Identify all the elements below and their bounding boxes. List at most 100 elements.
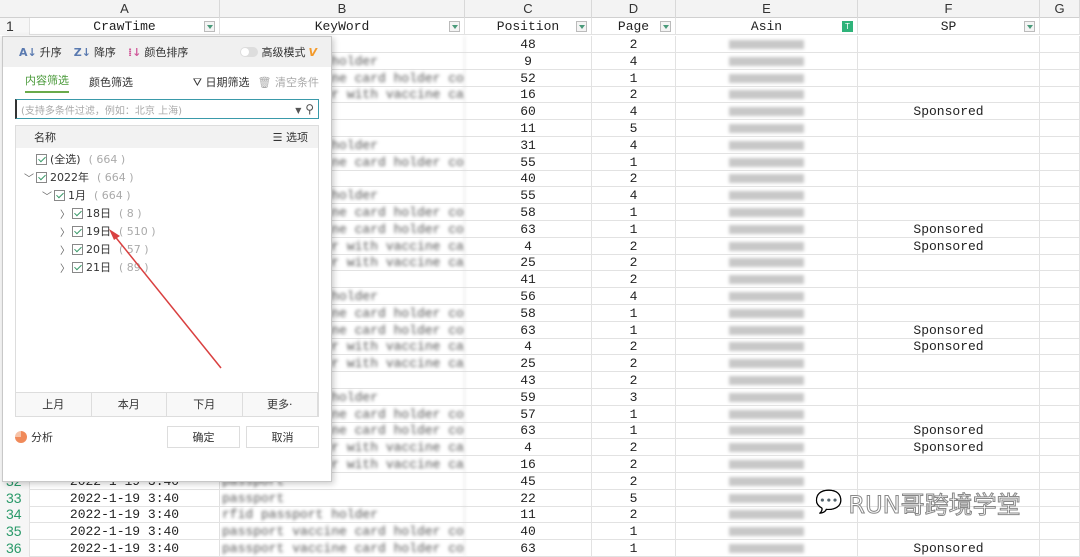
- cell-sp[interactable]: [858, 304, 1040, 322]
- tab-content-filter[interactable]: 内容筛选: [25, 72, 69, 93]
- cell-sp[interactable]: [858, 69, 1040, 87]
- cell-page[interactable]: 2: [592, 372, 676, 389]
- dropdown-arrow-icon[interactable]: ▼: [295, 106, 301, 115]
- cell-asin[interactable]: [676, 523, 858, 541]
- filter-dropdown-icon[interactable]: [1024, 21, 1035, 32]
- cell-asin[interactable]: [676, 237, 858, 255]
- cell-sp[interactable]: [858, 153, 1040, 171]
- cell-position[interactable]: 55: [465, 187, 592, 205]
- cell-asin[interactable]: [676, 355, 858, 373]
- cell-asin[interactable]: [676, 388, 858, 406]
- cell-page[interactable]: 2: [592, 338, 676, 356]
- cell-crawtime[interactable]: 2022-1-19 3:40: [30, 489, 220, 507]
- cell-page[interactable]: 2: [592, 86, 676, 104]
- cell-asin[interactable]: [676, 120, 858, 137]
- cell-keyword[interactable]: rfid passport holder: [220, 506, 465, 524]
- cell[interactable]: [1040, 304, 1080, 322]
- cell-position[interactable]: 40: [465, 523, 592, 541]
- filter-dropdown-icon[interactable]: [449, 21, 460, 32]
- cell-asin[interactable]: [676, 439, 858, 457]
- cell[interactable]: [1040, 472, 1080, 490]
- cell-keyword[interactable]: passport vaccine card holder combo: [220, 523, 465, 541]
- cell-asin[interactable]: [676, 422, 858, 440]
- cell-position[interactable]: 41: [465, 271, 592, 289]
- cell-sp[interactable]: [858, 86, 1040, 104]
- advanced-mode-toggle[interactable]: 高级模式 V: [240, 44, 317, 60]
- cell-position[interactable]: 16: [465, 86, 592, 104]
- cell-sp[interactable]: Sponsored: [858, 237, 1040, 255]
- cell[interactable]: [1040, 220, 1080, 238]
- cell-page[interactable]: 1: [592, 422, 676, 440]
- cell-position[interactable]: 48: [465, 36, 592, 53]
- cell[interactable]: [1040, 86, 1080, 104]
- cell[interactable]: [1040, 170, 1080, 188]
- cell-position[interactable]: 25: [465, 254, 592, 272]
- filter-active-icon[interactable]: T: [842, 21, 853, 32]
- cell[interactable]: [1040, 372, 1080, 389]
- cell-position[interactable]: 11: [465, 506, 592, 524]
- cell[interactable]: [1040, 338, 1080, 356]
- cell-sp[interactable]: Sponsored: [858, 220, 1040, 238]
- cell-asin[interactable]: [676, 52, 858, 70]
- ok-button[interactable]: 确定: [167, 426, 240, 448]
- cell-position[interactable]: 43: [465, 372, 592, 389]
- cell-position[interactable]: 55: [465, 153, 592, 171]
- row-number[interactable]: 33: [0, 489, 30, 507]
- cell-page[interactable]: 1: [592, 204, 676, 221]
- cell-asin[interactable]: [676, 170, 858, 188]
- cell[interactable]: [1040, 439, 1080, 457]
- month-button-0[interactable]: 上月: [16, 393, 92, 416]
- tab-color-filter[interactable]: 颜色筛选: [89, 74, 133, 90]
- row-number[interactable]: 35: [0, 523, 30, 541]
- cell-page[interactable]: 2: [592, 237, 676, 255]
- cell-page[interactable]: 1: [592, 405, 676, 423]
- cell[interactable]: [1040, 120, 1080, 137]
- cell-asin[interactable]: [676, 405, 858, 423]
- cell-page[interactable]: 4: [592, 187, 676, 205]
- cell-sp[interactable]: Sponsored: [858, 321, 1040, 339]
- cell-asin[interactable]: [676, 220, 858, 238]
- cell-page[interactable]: 1: [592, 220, 676, 238]
- cell[interactable]: [1040, 103, 1080, 121]
- cell-asin[interactable]: [676, 304, 858, 322]
- cell-position[interactable]: 63: [465, 422, 592, 440]
- cell[interactable]: [1040, 321, 1080, 339]
- cell-keyword[interactable]: passport vaccine card holder combo: [220, 540, 465, 557]
- cell-position[interactable]: 57: [465, 405, 592, 423]
- column-header-f[interactable]: F: [858, 0, 1040, 18]
- month-button-1[interactable]: 本月: [91, 393, 167, 416]
- cell-sp[interactable]: [858, 355, 1040, 373]
- cell-asin[interactable]: [676, 187, 858, 205]
- cell-position[interactable]: 58: [465, 304, 592, 322]
- cell-asin[interactable]: [676, 36, 858, 53]
- filter-search-input[interactable]: (支持多条件过滤，例如：北京 上海) ▼ ⚲: [15, 99, 319, 119]
- cell-sp[interactable]: [858, 52, 1040, 70]
- cell-asin[interactable]: [676, 271, 858, 289]
- cell-sp[interactable]: [858, 136, 1040, 154]
- cell-sp[interactable]: [858, 456, 1040, 473]
- cell[interactable]: [1040, 136, 1080, 154]
- cell-position[interactable]: 9: [465, 52, 592, 70]
- cell-position[interactable]: 63: [465, 321, 592, 339]
- cell-position[interactable]: 11: [465, 120, 592, 137]
- cell-asin[interactable]: [676, 338, 858, 356]
- cell-position[interactable]: 58: [465, 204, 592, 221]
- cell-sp[interactable]: Sponsored: [858, 540, 1040, 557]
- cell-crawtime[interactable]: 2022-1-19 3:40: [30, 540, 220, 557]
- cell-sp[interactable]: [858, 187, 1040, 205]
- cell-position[interactable]: 45: [465, 472, 592, 490]
- filter-dropdown-icon[interactable]: [660, 21, 671, 32]
- cell-page[interactable]: 4: [592, 103, 676, 121]
- cell[interactable]: [1040, 204, 1080, 221]
- cell-page[interactable]: 1: [592, 69, 676, 87]
- clear-conditions-button[interactable]: 🗑 清空条件: [258, 74, 319, 90]
- cell-asin[interactable]: [676, 136, 858, 154]
- cell-position[interactable]: 4: [465, 237, 592, 255]
- cell-page[interactable]: 2: [592, 439, 676, 457]
- cell-sp[interactable]: [858, 254, 1040, 272]
- column-header-e[interactable]: E: [676, 0, 858, 18]
- column-header-c[interactable]: C: [465, 0, 592, 18]
- cell-position[interactable]: 31: [465, 136, 592, 154]
- cell-sp[interactable]: [858, 288, 1040, 305]
- cell-sp[interactable]: [858, 36, 1040, 53]
